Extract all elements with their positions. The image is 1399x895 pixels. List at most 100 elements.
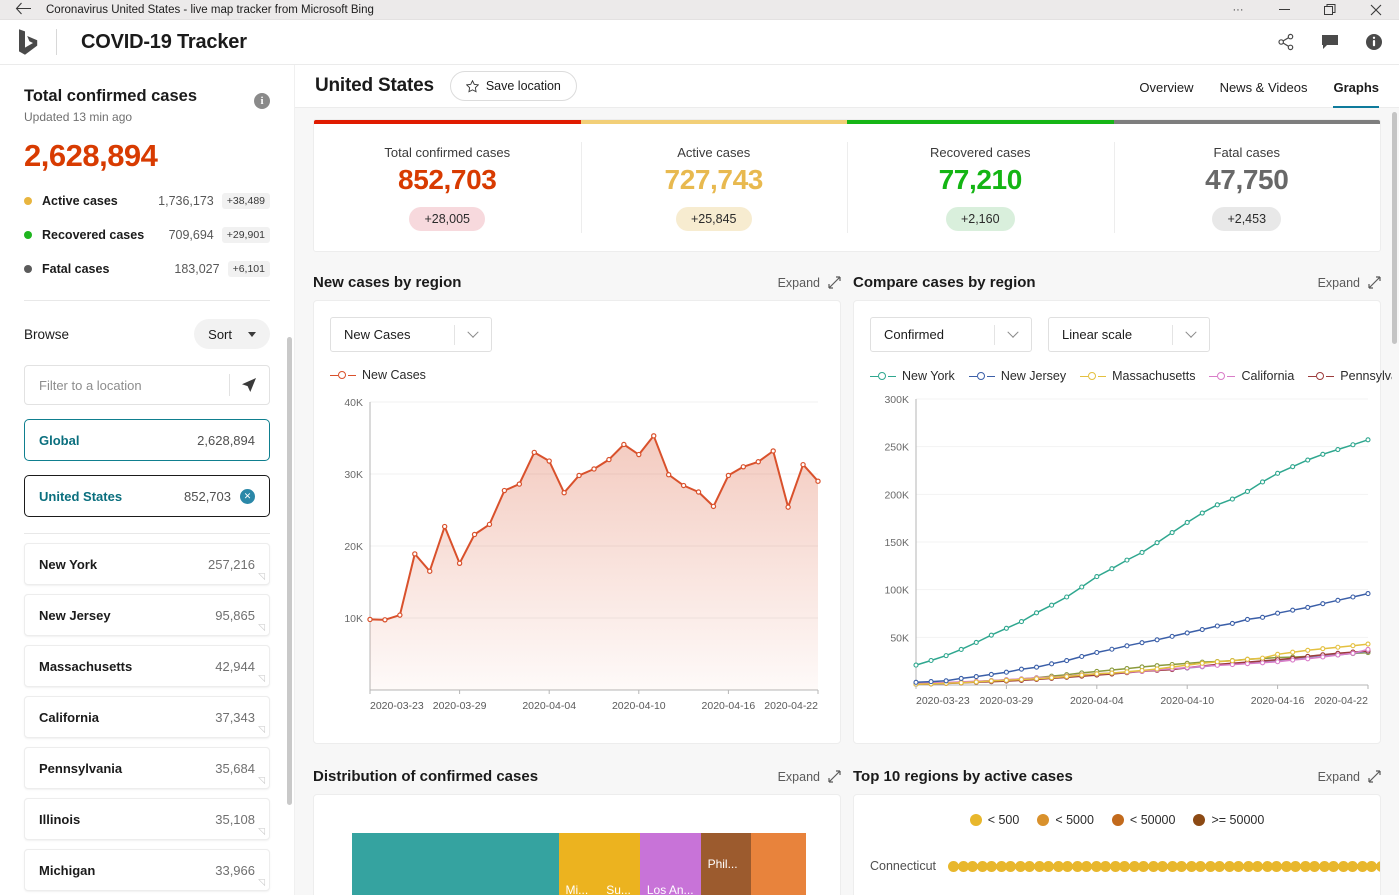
tab-graphs[interactable]: Graphs — [1333, 80, 1379, 108]
legend-item-pennsylvania[interactable]: Pennsylvania — [1308, 369, 1392, 383]
share-icon[interactable] — [1275, 31, 1297, 53]
list-item[interactable]: California 37,343 ◹ — [24, 696, 270, 738]
treemap-label: Los An... — [640, 883, 701, 895]
treemap-cell[interactable]: Los An... — [640, 833, 701, 895]
feedback-icon[interactable] — [1319, 31, 1341, 53]
chart-controls: Confirmed Linear scale — [870, 317, 1364, 352]
main-scrollbar[interactable] — [1392, 112, 1397, 344]
more-options-icon[interactable]: ··· — [1215, 0, 1261, 20]
svg-text:2020-03-23: 2020-03-23 — [916, 695, 970, 707]
region-value: 42,944 — [215, 659, 255, 674]
legend-swatch — [1193, 814, 1205, 826]
bing-logo-icon[interactable] — [0, 28, 56, 56]
stat-label: Fatal cases — [42, 262, 109, 276]
legend-label: < 5000 — [1055, 813, 1094, 827]
info-icon[interactable] — [1363, 31, 1385, 53]
panel-header: Top 10 regions by active cases Expand — [853, 768, 1381, 785]
card-label: Total confirmed cases — [314, 145, 581, 160]
dotplot-row[interactable]: Connecticut — [870, 849, 1364, 883]
locate-me-icon[interactable] — [230, 377, 269, 393]
chart-legend: New Cases — [330, 368, 824, 382]
legend-item-new-jersey[interactable]: New Jersey — [969, 369, 1066, 383]
legend-marker — [969, 371, 995, 382]
legend-marker — [1308, 371, 1334, 382]
list-item[interactable]: Illinois 35,108 ◹ — [24, 798, 270, 840]
compare-cases-chart[interactable]: 50K100K150K200K250K300K2020-03-232020-03… — [870, 387, 1364, 722]
card-label: Fatal cases — [1114, 145, 1381, 160]
panel-title: Top 10 regions by active cases — [853, 768, 1073, 785]
expand-button[interactable]: Expand — [1318, 770, 1381, 784]
metric-select-value: Confirmed — [871, 327, 957, 342]
svg-text:2020-04-22: 2020-04-22 — [1314, 695, 1368, 707]
treemap-chart[interactable]: Mi... Su... Los An... Phil... Cook ... — [352, 833, 806, 895]
card-value: 47,750 — [1114, 164, 1381, 196]
list-item[interactable]: Pennsylvania 35,684 ◹ — [24, 747, 270, 789]
card-value: 852,703 — [314, 164, 581, 196]
panel-body: Mi... Su... Los An... Phil... Cook ... — [313, 794, 841, 895]
location-filter[interactable] — [24, 365, 270, 405]
tab-news-videos[interactable]: News & Videos — [1220, 80, 1308, 108]
list-item[interactable]: New York 257,216 ◹ — [24, 543, 270, 585]
treemap-cell[interactable] — [352, 833, 559, 895]
list-item[interactable]: Massachusetts 42,944 ◹ — [24, 645, 270, 687]
sidebar-item-global[interactable]: Global 2,628,894 — [24, 419, 270, 461]
tab-overview[interactable]: Overview — [1139, 80, 1193, 108]
treemap-cell[interactable]: Su... — [599, 833, 640, 895]
expand-icon — [1368, 770, 1381, 783]
status-dot — [24, 231, 32, 239]
legend-item-lt-500: < 500 — [970, 813, 1020, 827]
scale-select[interactable]: Linear scale — [1048, 317, 1210, 352]
legend-item-new-cases[interactable]: New Cases — [330, 368, 426, 382]
minimize-icon[interactable] — [1261, 0, 1307, 20]
sort-button[interactable]: Sort — [194, 319, 270, 349]
back-arrow-icon[interactable] — [0, 2, 46, 17]
expand-label: Expand — [778, 276, 820, 290]
svg-text:20K: 20K — [344, 541, 363, 553]
treemap-cell[interactable]: Cook ... — [751, 833, 806, 895]
svg-text:10K: 10K — [344, 613, 363, 625]
panel-header: New cases by region Expand — [313, 274, 841, 291]
expand-button[interactable]: Expand — [1318, 276, 1381, 290]
legend-item-new-york[interactable]: New York — [870, 369, 955, 383]
legend-marker — [1209, 371, 1235, 382]
legend-label: >= 50000 — [1211, 813, 1264, 827]
panel-body: < 500 < 5000 < 50000 >= 50000 — [853, 794, 1381, 895]
stat-value: 709,694 — [169, 228, 214, 242]
close-icon[interactable]: ✕ — [240, 489, 255, 504]
chevron-down-icon — [455, 331, 491, 339]
list-item[interactable]: Michigan 33,966 ◹ — [24, 849, 270, 891]
legend-item-massachusetts[interactable]: Massachusetts — [1080, 369, 1195, 383]
region-name: Michigan — [39, 863, 95, 878]
search-input[interactable] — [25, 378, 229, 393]
restore-icon[interactable] — [1307, 0, 1353, 20]
expand-button[interactable]: Expand — [778, 276, 841, 290]
list-item[interactable]: New Jersey 95,865 ◹ — [24, 594, 270, 636]
status-dot — [24, 197, 32, 205]
metric-select[interactable]: Confirmed — [870, 317, 1032, 352]
line-area-chart: 10K20K30K40K2020-03-232020-03-292020-04-… — [330, 392, 825, 727]
metric-select[interactable]: New Cases — [330, 317, 492, 352]
dotplot-row-label: Connecticut — [870, 859, 946, 873]
legend-item-gte-50000: >= 50000 — [1193, 813, 1264, 827]
sidebar-item-united-states[interactable]: United States 852,703 ✕ — [24, 475, 270, 517]
multi-line-chart: 50K100K150K200K250K300K2020-03-232020-03… — [870, 387, 1375, 722]
legend-label: New Cases — [362, 368, 426, 382]
legend-label: Massachusetts — [1112, 369, 1195, 383]
info-icon[interactable]: i — [254, 93, 270, 109]
stat-label: Active cases — [42, 194, 118, 208]
treemap-cell[interactable]: Phil... — [701, 833, 751, 895]
expand-button[interactable]: Expand — [778, 770, 841, 784]
treemap-cell[interactable]: Mi... — [559, 833, 600, 895]
chevron-down-icon — [1173, 331, 1209, 339]
sidebar-scrollbar[interactable] — [287, 337, 292, 805]
new-cases-chart[interactable]: 10K20K30K40K2020-03-232020-03-292020-04-… — [330, 392, 824, 727]
close-icon[interactable] — [1353, 0, 1399, 20]
panel-title: Compare cases by region — [853, 274, 1036, 291]
list-divider — [24, 533, 270, 534]
panel-new-cases-by-region: New cases by region Expand New Cases — [313, 274, 841, 744]
save-location-button[interactable]: Save location — [450, 71, 577, 101]
bottom-charts-row: Distribution of confirmed cases Expand — [313, 768, 1381, 895]
resize-grip-icon: ◹ — [258, 776, 265, 785]
legend-item-california[interactable]: California — [1209, 369, 1294, 383]
treemap-label: Phil... — [701, 833, 745, 877]
